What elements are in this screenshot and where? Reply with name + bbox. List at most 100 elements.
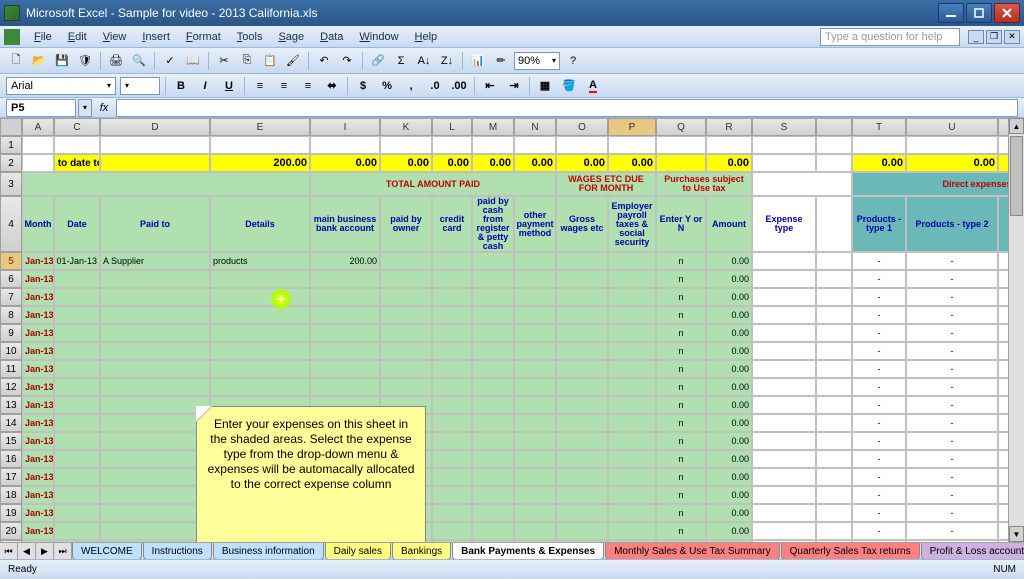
col-header[interactable]: A [22, 118, 54, 136]
amount-cell[interactable]: 0.00 [706, 360, 752, 378]
date-cell[interactable] [54, 414, 100, 432]
name-dropdown[interactable]: ▾ [78, 99, 92, 117]
research-icon[interactable]: 📖 [183, 51, 203, 71]
amount-cell[interactable]: 0.00 [706, 486, 752, 504]
expense-type-cell[interactable] [752, 522, 816, 540]
row-header[interactable]: 10 [0, 342, 22, 360]
menu-sage[interactable]: Sage [270, 28, 312, 46]
date-cell[interactable] [54, 450, 100, 468]
sheet-tab[interactable]: Business information [213, 543, 324, 559]
expense-type-cell[interactable] [752, 252, 816, 270]
menu-window[interactable]: Window [351, 28, 406, 46]
row-header[interactable]: 2 [0, 154, 22, 172]
bank-cell[interactable] [310, 270, 380, 288]
bold-button[interactable]: B [171, 76, 191, 96]
sort-asc-icon[interactable]: A↓ [414, 51, 434, 71]
yn-cell[interactable]: n [656, 306, 706, 324]
new-icon[interactable]: 🗋 [6, 51, 26, 71]
sheet-nav[interactable]: ⏮◀▶⏭ [0, 543, 72, 559]
bank-cell[interactable] [310, 306, 380, 324]
row-header[interactable]: 8 [0, 306, 22, 324]
details-cell[interactable] [210, 270, 310, 288]
row-header[interactable]: 3 [0, 172, 22, 196]
expense-type-cell[interactable] [752, 414, 816, 432]
inc-decimal-icon[interactable]: .0 [425, 76, 445, 96]
merge-icon[interactable]: ⬌ [322, 76, 342, 96]
yn-cell[interactable]: n [656, 414, 706, 432]
underline-button[interactable]: U [219, 76, 239, 96]
font-select[interactable]: Arial [6, 77, 116, 95]
paidto-cell[interactable] [100, 540, 210, 542]
employer-tax-cell[interactable] [608, 360, 656, 378]
row-header[interactable]: 5 [0, 252, 22, 270]
col-header[interactable]: D [100, 118, 210, 136]
paidto-cell[interactable] [100, 288, 210, 306]
paidto-cell[interactable] [100, 360, 210, 378]
menu-edit[interactable]: Edit [60, 28, 95, 46]
amount-cell[interactable]: 0.00 [706, 522, 752, 540]
help-icon[interactable]: ? [563, 51, 583, 71]
yn-cell[interactable]: n [656, 396, 706, 414]
date-cell[interactable] [54, 270, 100, 288]
yn-cell[interactable]: n [656, 360, 706, 378]
employer-tax-cell[interactable] [608, 504, 656, 522]
bank-cell[interactable] [310, 360, 380, 378]
employer-tax-cell[interactable] [608, 378, 656, 396]
amount-cell[interactable]: 0.00 [706, 378, 752, 396]
sheet-tab[interactable]: Instructions [143, 543, 212, 559]
dec-decimal-icon[interactable]: .00 [449, 76, 469, 96]
sheet-tab[interactable]: Monthly Sales & Use Tax Summary [605, 543, 780, 559]
zoom-select[interactable]: 90% [514, 52, 560, 70]
amount-cell[interactable]: 0.00 [706, 414, 752, 432]
bank-cell[interactable] [310, 342, 380, 360]
bank-cell[interactable] [310, 324, 380, 342]
menu-insert[interactable]: Insert [134, 28, 178, 46]
employer-tax-cell[interactable] [608, 270, 656, 288]
details-cell[interactable] [210, 360, 310, 378]
employer-tax-cell[interactable] [608, 450, 656, 468]
col-header[interactable]: S [752, 118, 816, 136]
paidto-cell[interactable] [100, 468, 210, 486]
amount-cell[interactable]: 0.00 [706, 396, 752, 414]
employer-tax-cell[interactable] [608, 396, 656, 414]
menu-file[interactable]: File [26, 28, 60, 46]
yn-cell[interactable]: n [656, 486, 706, 504]
undo-icon[interactable]: ↶ [314, 51, 334, 71]
employer-tax-cell[interactable] [608, 342, 656, 360]
row-header[interactable]: 9 [0, 324, 22, 342]
paidto-cell[interactable] [100, 378, 210, 396]
paidto-cell[interactable] [100, 414, 210, 432]
permission-icon[interactable]: 🛡 [75, 51, 95, 71]
row-header[interactable]: 1 [0, 136, 22, 154]
expense-type-cell[interactable] [752, 540, 816, 542]
italic-button[interactable]: I [195, 76, 215, 96]
employer-tax-cell[interactable] [608, 540, 656, 542]
expense-type-cell[interactable] [752, 504, 816, 522]
col-header[interactable]: O [556, 118, 608, 136]
amount-cell[interactable]: 0.00 [706, 324, 752, 342]
employer-tax-cell[interactable] [608, 252, 656, 270]
bank-cell[interactable] [310, 288, 380, 306]
paidto-cell[interactable] [100, 270, 210, 288]
name-box[interactable]: P5 [6, 99, 76, 117]
currency-icon[interactable]: $ [353, 76, 373, 96]
employer-tax-cell[interactable] [608, 288, 656, 306]
close-button[interactable] [994, 3, 1020, 23]
employer-tax-cell[interactable] [608, 414, 656, 432]
sheet-tab[interactable]: Quarterly Sales Tax returns [781, 543, 920, 559]
date-cell[interactable] [54, 432, 100, 450]
row-header[interactable]: 21 [0, 540, 22, 542]
fx-button[interactable]: fx [94, 99, 114, 117]
expense-type-cell[interactable] [752, 306, 816, 324]
row-header[interactable]: 17 [0, 468, 22, 486]
bank-cell[interactable] [310, 378, 380, 396]
col-header[interactable]: R [706, 118, 752, 136]
col-header[interactable]: E [210, 118, 310, 136]
col-header[interactable]: I [310, 118, 380, 136]
amount-cell[interactable]: 0.00 [706, 450, 752, 468]
row-header[interactable]: 7 [0, 288, 22, 306]
date-cell[interactable] [54, 342, 100, 360]
vertical-scrollbar[interactable]: ▲▼ [1008, 118, 1024, 542]
sheet-tab[interactable]: Daily sales [325, 543, 391, 559]
col-header[interactable]: U [906, 118, 998, 136]
